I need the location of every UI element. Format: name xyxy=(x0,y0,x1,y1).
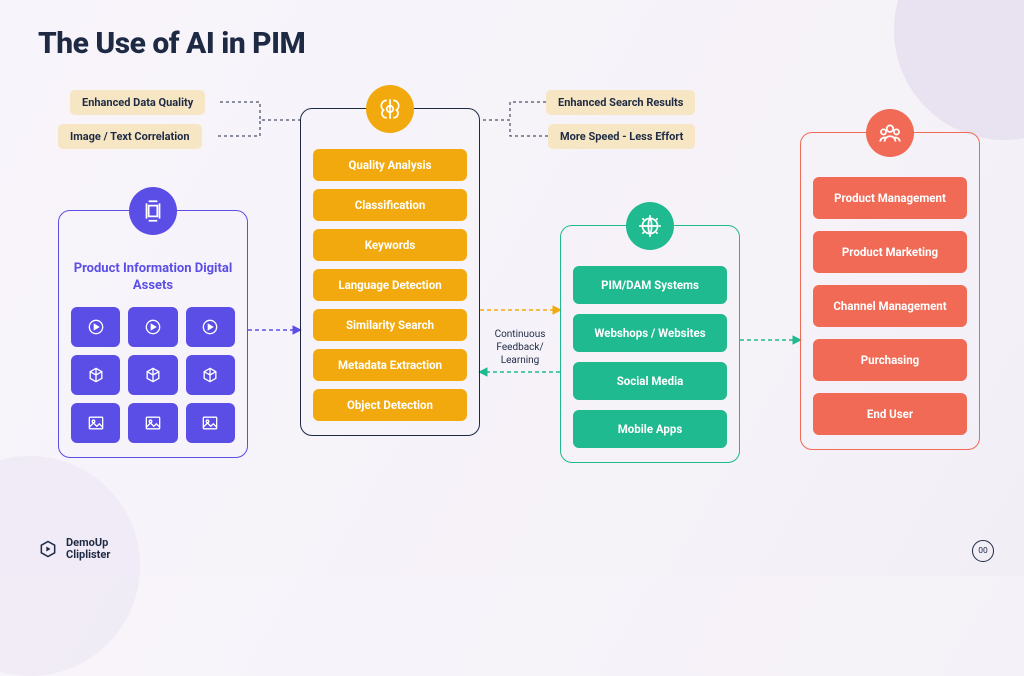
ai-item: Quality Analysis xyxy=(313,149,467,181)
stakeholder-item: End User xyxy=(813,393,967,435)
ai-item: Language Detection xyxy=(313,269,467,301)
channel-item: Social Media xyxy=(573,362,727,400)
column-channels: PIM/DAM Systems Webshops / Websites Soci… xyxy=(560,225,740,463)
channel-item: PIM/DAM Systems xyxy=(573,266,727,304)
users-icon xyxy=(866,109,914,157)
globe-icon xyxy=(626,202,674,250)
stakeholder-item: Channel Management xyxy=(813,285,967,327)
brand-name: DemoUp Cliplister xyxy=(66,537,110,562)
callout-image-text-correlation: Image / Text Correlation xyxy=(58,124,202,149)
tile-3d xyxy=(186,355,235,395)
tile-image xyxy=(71,403,120,443)
diagram: Enhanced Data Quality Image / Text Corre… xyxy=(0,90,1024,510)
column-stakeholders: Product Management Product Marketing Cha… xyxy=(800,132,980,450)
footer: DemoUp Cliplister xyxy=(38,537,110,562)
column-ai-capabilities: Quality Analysis Classification Keywords… xyxy=(300,108,480,436)
page-title: The Use of AI in PIM xyxy=(38,26,305,61)
tile-video xyxy=(128,307,177,347)
stakeholder-item: Product Marketing xyxy=(813,231,967,273)
ai-item: Object Detection xyxy=(313,389,467,421)
feedback-label: Continuous Feedback/ Learning xyxy=(488,328,552,367)
channel-item: Webshops / Websites xyxy=(573,314,727,352)
channel-item: Mobile Apps xyxy=(573,410,727,448)
ai-brain-icon xyxy=(366,85,414,133)
callout-enhanced-data-quality: Enhanced Data Quality xyxy=(70,90,205,115)
tile-video xyxy=(71,307,120,347)
callout-enhanced-search-results: Enhanced Search Results xyxy=(546,90,695,115)
assets-icon xyxy=(129,187,177,235)
tile-image xyxy=(186,403,235,443)
stakeholder-item: Purchasing xyxy=(813,339,967,381)
callout-more-speed: More Speed - Less Effort xyxy=(548,124,695,149)
asset-grid xyxy=(71,307,235,443)
stakeholder-item: Product Management xyxy=(813,177,967,219)
tile-3d xyxy=(128,355,177,395)
ai-item: Similarity Search xyxy=(313,309,467,341)
column-digital-assets: Product Information Digital Assets xyxy=(58,210,248,458)
ai-item: Keywords xyxy=(313,229,467,261)
page-number: 00 xyxy=(972,540,994,562)
tile-3d xyxy=(71,355,120,395)
ai-item: Classification xyxy=(313,189,467,221)
col1-title: Product Information Digital Assets xyxy=(71,261,235,295)
tile-video xyxy=(186,307,235,347)
ai-item: Metadata Extraction xyxy=(313,349,467,381)
brand-logo-icon xyxy=(38,539,58,559)
tile-image xyxy=(128,403,177,443)
